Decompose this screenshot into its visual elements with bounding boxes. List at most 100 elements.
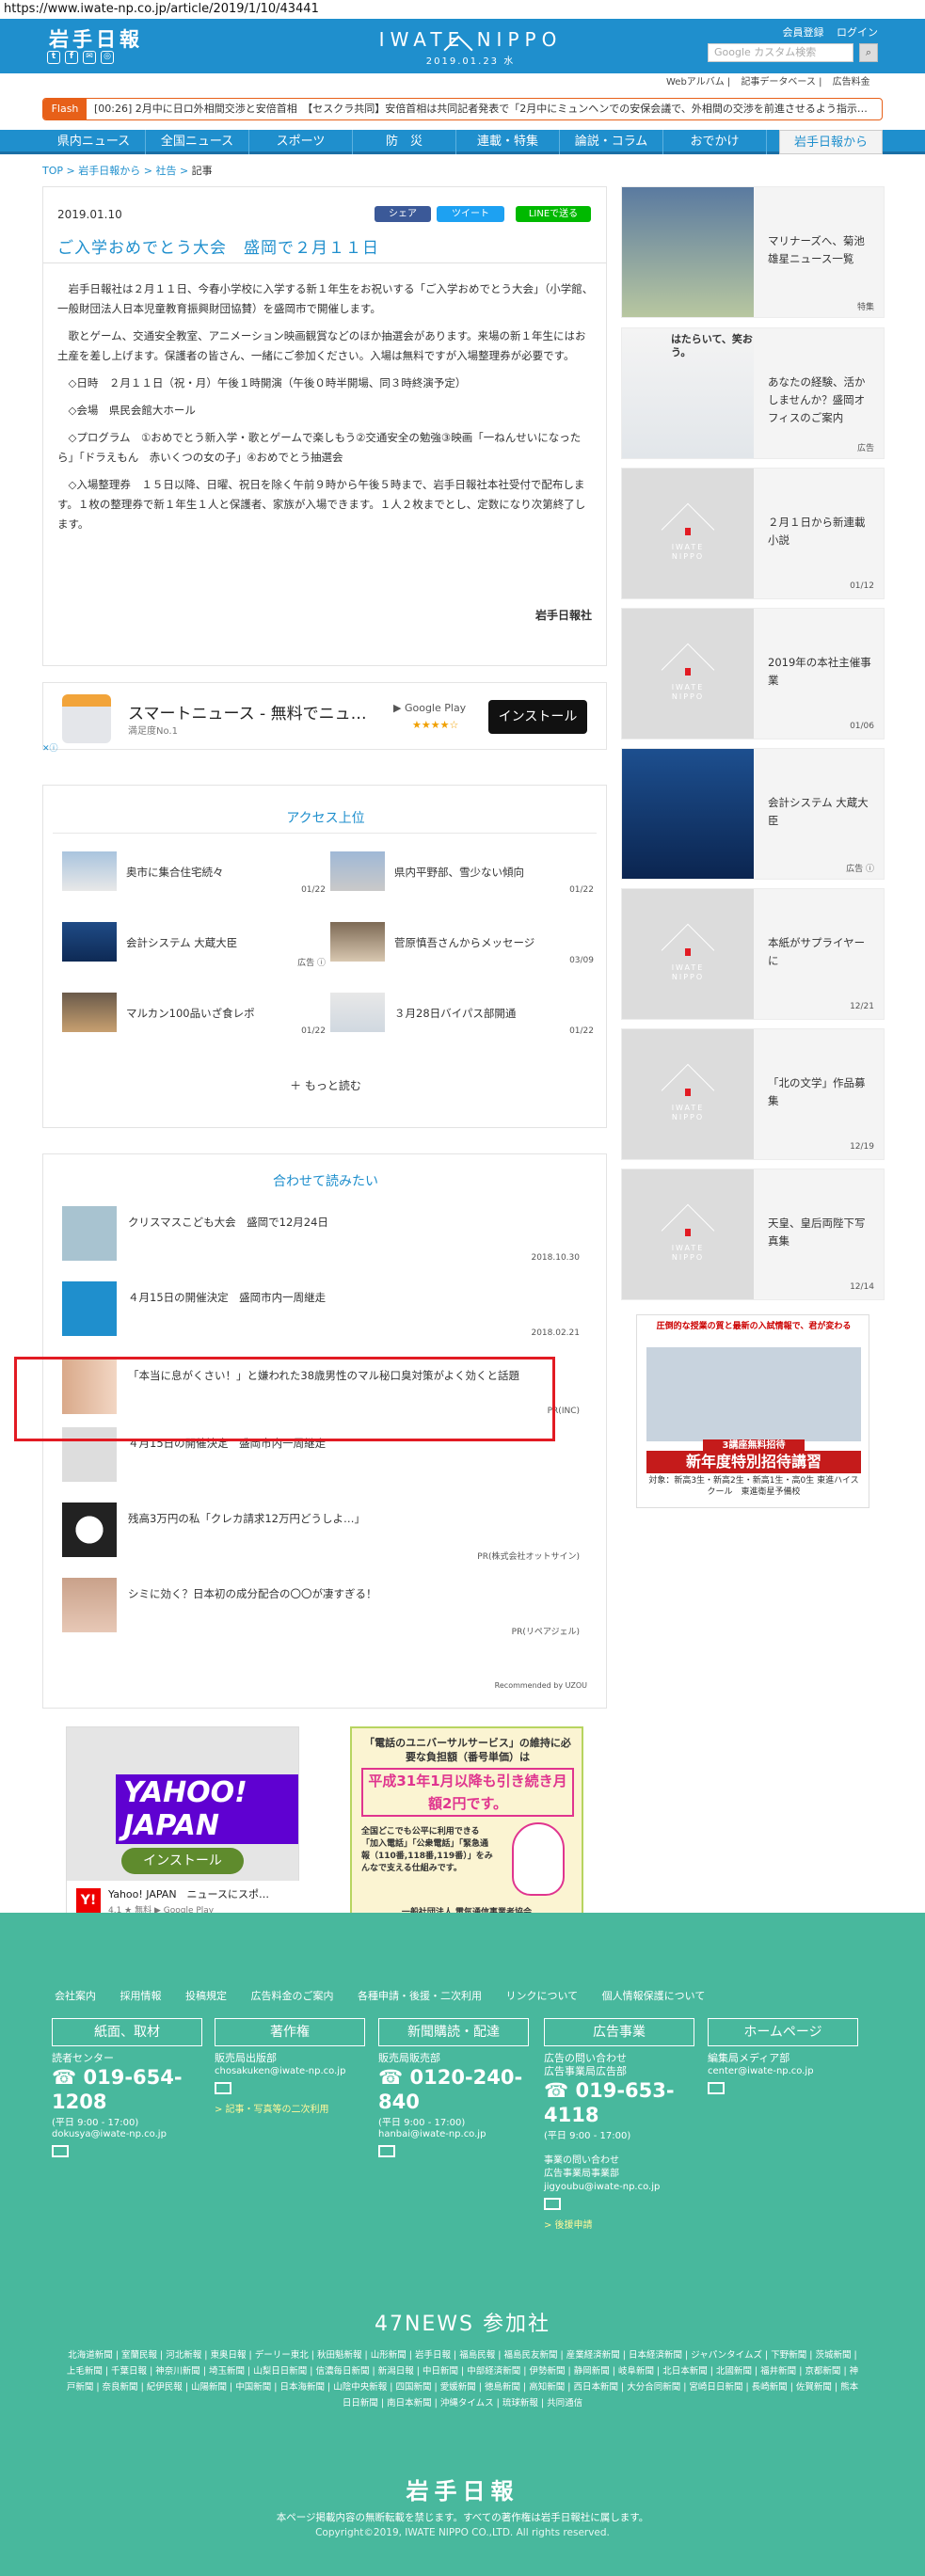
mail-icon[interactable]: [708, 2082, 725, 2094]
related-item[interactable]: 残高3万円の私「クレカ請求12万円どうしよ…」 PR(株式会社オットサイン): [62, 1503, 589, 1568]
footer-link[interactable]: リンクについて: [506, 1990, 579, 2002]
mail-icon[interactable]: [544, 2198, 561, 2210]
search-input[interactable]: Google カスタム検索: [708, 43, 853, 62]
item-title[interactable]: 2019年の本社主催事業: [768, 654, 871, 690]
universal-service-ad[interactable]: 「電話のユニバーサルサービス」の維持に必要な負担額（番号単価）は 平成31年1月…: [350, 1726, 583, 1920]
email[interactable]: 事業の問い合わせ 広告事業局事業部 jigyoubu@iwate-np.co.j…: [544, 2155, 694, 2194]
top-link[interactable]: 広告料金: [833, 77, 870, 87]
nav-item[interactable]: 論説・コラム: [560, 130, 663, 154]
ranking-item[interactable]: マルカン100品いざ食レポ 01/22: [62, 993, 326, 1043]
phone-number[interactable]: ☎ 0120-240-840: [378, 2065, 529, 2114]
top-link[interactable]: 記事データベース: [741, 77, 816, 87]
sidebar-item[interactable]: IWATE NIPPO 本紙がサプライヤーに 12/21: [621, 888, 885, 1020]
nav-item[interactable]: 防 災: [353, 130, 456, 154]
login-link[interactable]: ログイン: [837, 26, 878, 39]
top-link[interactable]: Webアルバム: [666, 77, 725, 87]
mail-icon[interactable]: [52, 2145, 69, 2157]
item-title[interactable]: 県内平野部、雪少ない傾向: [394, 865, 524, 880]
sidebar-item[interactable]: IWATE NIPPO 天皇、皇后両陛下写真集 12/14: [621, 1169, 885, 1300]
nav-item[interactable]: 県内ニュース: [42, 130, 146, 154]
flash-text[interactable]: [00:26] 2月中に日ロ外相間交渉と安倍首相 【セスクラ共同】安倍首相は共同…: [94, 99, 868, 119]
footer-link[interactable]: 各種申請・後援・二次利用: [358, 1990, 482, 2002]
browser-url-bar[interactable]: https://www.iwate-np.co.jp/article/2019/…: [0, 0, 925, 19]
email[interactable]: dokusya@iwate-np.co.jp: [52, 2128, 202, 2141]
related-item[interactable]: クリスマスこども大会 盛岡で12月24日 2018.10.30: [62, 1206, 589, 1272]
item-title[interactable]: 会計システム 大蔵大臣: [768, 794, 871, 830]
contact-heading[interactable]: 著作権: [215, 2018, 365, 2046]
item-title[interactable]: ３月28日バイパス部開通: [394, 1006, 516, 1021]
instagram-icon[interactable]: ◎: [101, 51, 114, 64]
line-share-button[interactable]: LINEで送る: [516, 206, 591, 222]
install-button[interactable]: インストール: [121, 1848, 244, 1874]
item-title[interactable]: ４月15日の開催決定 盛岡市内一周継走: [128, 1289, 570, 1306]
member-register-link[interactable]: 会員登録: [783, 26, 824, 39]
contact-heading[interactable]: 広告事業: [544, 2018, 694, 2046]
footer-link[interactable]: 投稿規定: [185, 1990, 227, 2002]
item-title[interactable]: あなたの経験、活かしませんか？盛岡オフィスのご案内: [768, 374, 871, 427]
email[interactable]: center@iwate-np.co.jp: [708, 2065, 858, 2078]
flash-news-bar[interactable]: Flash [00:26] 2月中に日ロ外相間交渉と安倍首相 【セスクラ共同】安…: [42, 98, 883, 120]
more-button[interactable]: ＋ もっと読む: [43, 1077, 608, 1093]
mail-icon[interactable]: [378, 2145, 395, 2157]
sidebar-item[interactable]: IWATE NIPPO 2019年の本社主催事業 01/06: [621, 608, 885, 739]
mail-icon[interactable]: [215, 2082, 231, 2094]
footer-link[interactable]: 個人情報保護について: [602, 1990, 706, 2002]
nav-item-active[interactable]: 岩手日報から: [779, 130, 883, 154]
ad-close-icon[interactable]: ✕ⓘ: [42, 741, 58, 754]
recommended-by[interactable]: Recommended by UZOU: [495, 1681, 587, 1690]
47news-papers[interactable]: 北海道新聞 | 室蘭民報 | 河北新報 | 東奥日報 | デーリー東北 | 秋田…: [66, 2347, 859, 2411]
item-title[interactable]: ２月１日から新連載小説: [768, 514, 871, 549]
item-title[interactable]: 奥市に集合住宅続々: [126, 865, 224, 880]
footer-link[interactable]: 会社案内: [55, 1990, 96, 2002]
footer-link[interactable]: 採用情報: [120, 1990, 162, 2002]
sidebar-item[interactable]: IWATE NIPPO 「北の文学」作品募集 12/19: [621, 1028, 885, 1160]
sidebar-item[interactable]: 会計システム 大蔵大臣 広告 ⓘ: [621, 748, 885, 880]
item-title[interactable]: 本紙がサプライヤーに: [768, 934, 871, 970]
item-title[interactable]: 天皇、皇后両陛下写真集: [768, 1215, 871, 1250]
ranking-item[interactable]: 奥市に集合住宅続々 01/22: [62, 851, 326, 902]
sidebar-item[interactable]: はたらいて、笑おう。 あなたの経験、活かしませんか？盛岡オフィスのご案内 広告: [621, 327, 885, 459]
item-title[interactable]: マルカン100品いざ食レポ: [126, 1006, 255, 1021]
nav-item[interactable]: 全国ニュース: [146, 130, 249, 154]
related-item[interactable]: ４月15日の開催決定 盛岡市内一周継走 2018.02.21: [62, 1281, 589, 1347]
footer-link[interactable]: 広告料金のご案内: [251, 1990, 334, 2002]
sponsorship-link[interactable]: > 後援申請: [544, 2217, 694, 2231]
item-title[interactable]: 残高3万円の私「クレカ請求12万円どうしよ…」: [128, 1510, 570, 1527]
sidebar-item[interactable]: IWATE NIPPO ２月１日から新連載小説 01/12: [621, 468, 885, 599]
mail-icon[interactable]: ✉: [83, 51, 96, 64]
email[interactable]: chosakuken@iwate-np.co.jp: [215, 2065, 365, 2078]
facebook-icon[interactable]: f: [65, 51, 78, 64]
crumb-1[interactable]: 岩手日報から: [78, 165, 140, 177]
phone-number[interactable]: ☎ 019-653-4118: [544, 2078, 694, 2127]
ranking-item[interactable]: 菅原慎吾さんからメッセージ 03/09: [330, 922, 594, 973]
item-title[interactable]: 「北の文学」作品募集: [768, 1074, 871, 1110]
yahoo-app-ad[interactable]: YAHOO! JAPAN インストール Y! Yahoo! JAPAN ニュース…: [66, 1726, 300, 1920]
item-title[interactable]: マリナーズへ、菊池雄星ニュース一覧: [768, 232, 871, 268]
site-logo[interactable]: 岩手日報: [49, 24, 143, 53]
ranking-item[interactable]: 会計システム 大蔵大臣 広告 ⓘ: [62, 922, 326, 973]
item-title[interactable]: シミに効く？日本初の成分配合の〇〇が凄すぎる！: [128, 1585, 570, 1602]
ranking-item[interactable]: ３月28日バイパス部開通 01/22: [330, 993, 594, 1043]
ad-title[interactable]: スマートニュース - 無料でニュ…: [128, 700, 367, 724]
crumb-2[interactable]: 社告: [155, 165, 176, 177]
related-item[interactable]: シミに効く？日本初の成分配合の〇〇が凄すぎる！ PR(リペアジェル): [62, 1578, 589, 1644]
nav-item[interactable]: 連載・特集: [456, 130, 560, 154]
footer-logo[interactable]: 岩手日報: [0, 2473, 925, 2505]
phone-number[interactable]: ☎ 019-654-1208: [52, 2065, 202, 2114]
search-icon[interactable]: ⌕: [859, 43, 878, 62]
twitter-icon[interactable]: t: [47, 51, 60, 64]
nav-item[interactable]: おでかけ: [663, 130, 767, 154]
47news-title[interactable]: 47NEWS 参加社: [0, 2307, 925, 2337]
secondary-use-link[interactable]: > 記事・写真等の二次利用: [215, 2101, 365, 2115]
crumb-top[interactable]: TOP: [42, 165, 63, 177]
item-title[interactable]: クリスマスこども大会 盛岡で12月24日: [128, 1214, 570, 1231]
email[interactable]: hanbai@iwate-np.co.jp: [378, 2128, 529, 2141]
contact-heading[interactable]: 紙面、取材: [52, 2018, 202, 2046]
nav-item[interactable]: スポーツ: [249, 130, 353, 154]
brand[interactable]: IWATE NIPPO 2019.01.23 水: [376, 28, 565, 67]
ranking-item[interactable]: 県内平野部、雪少ない傾向 01/22: [330, 851, 594, 902]
item-title[interactable]: 会計システム 大蔵大臣: [126, 935, 237, 950]
toshin-ad[interactable]: 圧倒的な授業の質と最新の入試情報で、君が変わる 3講座無料招待 新年度特別招待講…: [636, 1314, 869, 1508]
sidebar-item[interactable]: マリナーズへ、菊池雄星ニュース一覧 特集: [621, 186, 885, 318]
item-title[interactable]: 菅原慎吾さんからメッセージ: [394, 935, 534, 950]
